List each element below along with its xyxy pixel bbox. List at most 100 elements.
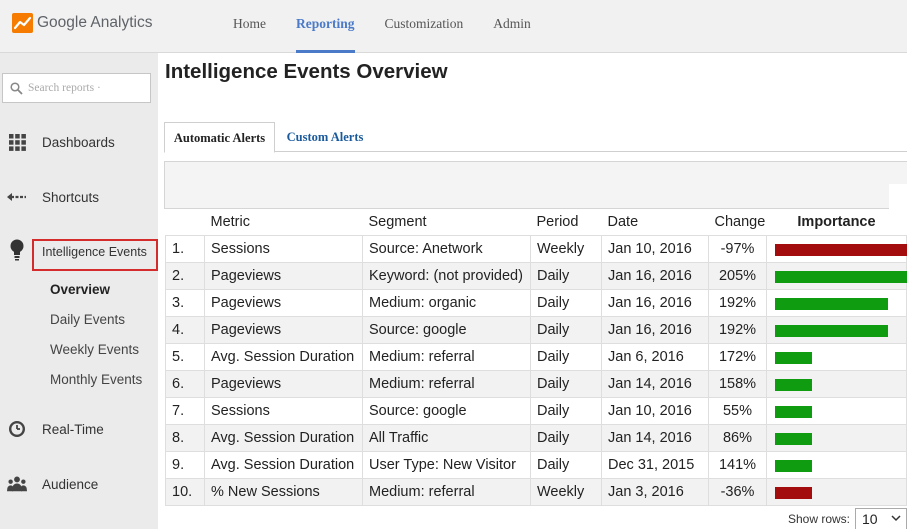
- cell-importance: [766, 369, 907, 398]
- topnav-customization[interactable]: Customization: [370, 0, 479, 53]
- importance-bar: [775, 351, 812, 364]
- table-row[interactable]: 8. Avg. Session Duration All Traffic Daily J…: [165, 423, 907, 452]
- sidebar-item-realtime[interactable]: Real-Time: [0, 414, 158, 444]
- cell-date: Jan 10, 2016: [601, 396, 709, 425]
- cell-change: -36%: [708, 477, 767, 506]
- table-row[interactable]: 6. Pageviews Medium: referral Daily Jan 14, …: [165, 369, 907, 398]
- importance-bar: [775, 378, 812, 391]
- grid-icon: [7, 132, 27, 152]
- table-row[interactable]: 2. Pageviews Keyword: (not provided) Daily J…: [165, 261, 907, 290]
- sidebar-item-dashboards[interactable]: Dashboards: [0, 127, 158, 157]
- importance-bar: [775, 405, 812, 418]
- cell-period: Daily: [530, 369, 602, 398]
- cell-change: 192%: [708, 288, 767, 317]
- cell-period: Daily: [530, 261, 602, 290]
- importance-bar: [775, 270, 907, 283]
- cell-date: Jan 16, 2016: [601, 315, 709, 344]
- highlight-box: [32, 239, 158, 271]
- importance-bar: [775, 432, 812, 445]
- cell-num: 10.: [165, 477, 205, 506]
- cell-segment: Medium: referral: [362, 342, 531, 371]
- sidebar-item-label: Shortcuts: [42, 189, 100, 205]
- cell-date: Jan 16, 2016: [601, 261, 709, 290]
- cell-metric: Pageviews: [204, 369, 363, 398]
- lightbulb-icon: [7, 239, 27, 261]
- cell-date: Jan 3, 2016: [601, 477, 709, 506]
- cell-segment: All Traffic: [362, 423, 531, 452]
- table-row[interactable]: 10.% New Sessions Medium: referral Weekly J…: [165, 477, 907, 506]
- sidebar-subitem-weekly-events[interactable]: Weekly Events: [50, 342, 139, 357]
- app-name: Google Analytics: [37, 14, 153, 31]
- cell-segment: Medium: referral: [362, 369, 531, 398]
- cell-num: 9.: [165, 450, 205, 479]
- sidebar-subitem-monthly-events[interactable]: Monthly Events: [50, 372, 142, 387]
- page-title: Intelligence Events Overview: [165, 60, 448, 83]
- chart-placeholder: [165, 162, 892, 208]
- cell-num: 4.: [165, 315, 205, 344]
- cell-metric: Sessions: [204, 396, 363, 425]
- cell-importance: [766, 288, 907, 317]
- header-importance[interactable]: Importance: [766, 209, 907, 235]
- sidebar-item-audience[interactable]: Audience: [0, 469, 158, 499]
- cell-change: 55%: [708, 396, 767, 425]
- cell-change: 86%: [708, 423, 767, 452]
- header-metric[interactable]: Metric: [204, 209, 363, 235]
- table-footer: Show rows: 10: [788, 508, 907, 529]
- cell-period: Daily: [530, 315, 602, 344]
- table-row[interactable]: 4. Pageviews Source: google Daily Jan 16, 20…: [165, 315, 907, 344]
- cell-change: 172%: [708, 342, 767, 371]
- cell-period: Daily: [530, 288, 602, 317]
- table-row[interactable]: 3. Pageviews Medium: organic Daily Jan 16, 2…: [165, 288, 907, 317]
- sidebar-item-label: Audience: [42, 476, 99, 492]
- cell-period: Daily: [530, 423, 602, 452]
- cell-importance: [766, 315, 907, 344]
- cell-metric: Avg. Session Duration: [204, 342, 363, 371]
- cell-date: Jan 14, 2016: [601, 423, 709, 452]
- table-row[interactable]: 1. Sessions Source: Anetwork Weekly Jan 10, …: [165, 234, 907, 263]
- topnav-home[interactable]: Home: [218, 0, 281, 53]
- show-rows-select[interactable]: 10: [855, 508, 907, 529]
- tab-custom-alerts[interactable]: Custom Alerts: [275, 122, 375, 153]
- cell-period: Daily: [530, 450, 602, 479]
- cell-segment: Source: Anetwork: [362, 234, 531, 263]
- top-nav: Home Reporting Customization Admin: [218, 0, 546, 53]
- cell-importance: [766, 396, 907, 425]
- table-row[interactable]: 7. Sessions Source: google Daily Jan 10, 201…: [165, 396, 907, 425]
- google-analytics-logo[interactable]: Google Analytics: [12, 12, 152, 34]
- table-row[interactable]: 5. Avg. Session Duration Medium: referral D…: [165, 342, 907, 371]
- cell-date: Dec 31, 2015: [601, 450, 709, 479]
- header-date[interactable]: Date: [601, 209, 709, 235]
- show-rows-value: 10: [862, 511, 878, 527]
- header-period[interactable]: Period: [530, 209, 602, 235]
- cell-date: Jan 16, 2016: [601, 288, 709, 317]
- topnav-admin[interactable]: Admin: [478, 0, 546, 53]
- search-icon: [10, 81, 23, 95]
- search-input[interactable]: [28, 82, 148, 94]
- cell-period: Weekly: [530, 234, 602, 263]
- cell-importance: [766, 234, 907, 263]
- cell-importance: [766, 477, 907, 506]
- cell-period: Daily: [530, 396, 602, 425]
- people-icon: [7, 474, 27, 494]
- importance-bar: [775, 459, 812, 472]
- sidebar-item-label: Real-Time: [42, 421, 104, 437]
- cell-segment: Medium: organic: [362, 288, 531, 317]
- sidebar-subitem-overview[interactable]: Overview: [50, 282, 110, 297]
- header-num: [165, 209, 205, 235]
- cell-period: Daily: [530, 342, 602, 371]
- table-row[interactable]: 9. Avg. Session Duration User Type: New Vi…: [165, 450, 907, 479]
- sidebar-subitem-daily-events[interactable]: Daily Events: [50, 312, 125, 327]
- importance-bar: [775, 486, 812, 499]
- topnav-reporting[interactable]: Reporting: [281, 0, 370, 53]
- search-box[interactable]: [2, 73, 151, 103]
- header-change[interactable]: Change: [708, 209, 767, 235]
- cell-importance: [766, 342, 907, 371]
- cell-num: 8.: [165, 423, 205, 452]
- cell-metric: % New Sessions: [204, 477, 363, 506]
- cell-importance: [766, 450, 907, 479]
- cell-date: Jan 6, 2016: [601, 342, 709, 371]
- tab-automatic-alerts[interactable]: Automatic Alerts: [164, 122, 275, 153]
- header-segment[interactable]: Segment: [362, 209, 531, 235]
- cell-segment: Keyword: (not provided): [362, 261, 531, 290]
- sidebar-item-shortcuts[interactable]: Shortcuts: [0, 182, 158, 212]
